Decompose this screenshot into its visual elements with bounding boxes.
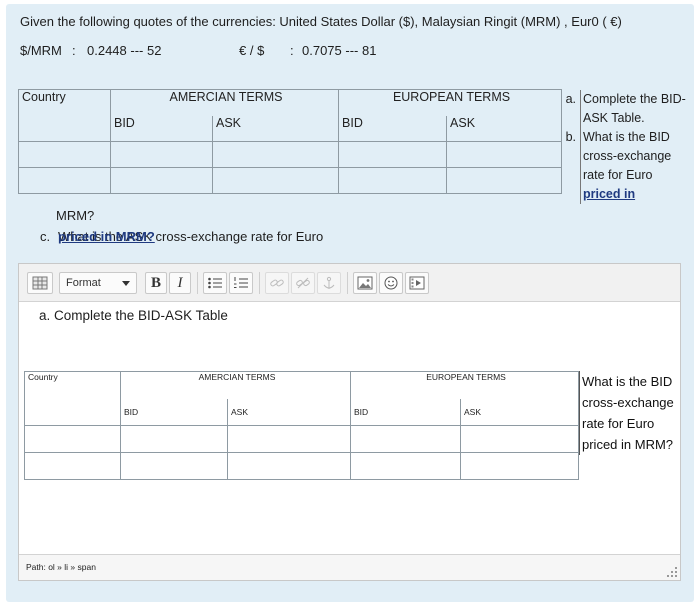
insert-emoticon-button[interactable] — [379, 272, 403, 294]
element-path: Path: ol » li » span — [26, 562, 96, 572]
question-item-c: c. What is the ASK cross-exchange rate f… — [40, 229, 460, 245]
question-continuation: MRM? — [56, 208, 95, 223]
link-icon — [270, 279, 284, 287]
answer-side-question: What is the BID cross-exchange rate for … — [579, 371, 679, 455]
insert-media-button[interactable] — [405, 272, 429, 294]
list-marker: c. — [40, 229, 51, 244]
european-bid-header: BID — [350, 398, 462, 426]
american-bid-header: BID — [120, 398, 228, 426]
toolbar-separator — [197, 272, 198, 294]
rich-text-editor[interactable]: Format B I a. Complete the BID-ASK Table… — [18, 263, 681, 581]
numbered-list-button[interactable] — [229, 272, 253, 294]
numbered-list-icon — [234, 277, 248, 288]
editor-statusbar: Path: ol » li » span — [19, 554, 680, 580]
list-item-text: What is the BID cross-exchange rate for … — [580, 128, 693, 204]
anchor-icon — [323, 276, 335, 289]
insert-image-button[interactable] — [353, 272, 377, 294]
emphasis-text: priced in — [583, 187, 636, 201]
image-icon — [357, 276, 373, 290]
format-select[interactable]: Format — [59, 272, 137, 294]
toolbar-table-button[interactable] — [27, 272, 53, 294]
american-ask-header: ASK — [226, 398, 352, 426]
media-icon — [409, 276, 425, 290]
american-bid-header: BID — [110, 115, 213, 142]
editor-content[interactable]: a. Complete the BID-ASK Table Country AM… — [19, 302, 680, 554]
answer-bid-ask-table: Country AMERCIAN TERMS EUROPEAN TERMS BI… — [24, 371, 580, 480]
country-header: Country — [24, 371, 121, 426]
list-item: a. Complete the BID-ASK Table. — [558, 90, 693, 128]
toolbar-separator — [347, 272, 348, 294]
format-select-label: Format — [66, 277, 101, 289]
editor-toolbar: Format B I — [19, 264, 680, 302]
country-header: Country — [18, 89, 111, 142]
table-row — [18, 167, 563, 194]
bold-button[interactable]: B — [145, 272, 167, 294]
toolbar-separator — [259, 272, 260, 294]
american-terms-header: AMERCIAN TERMS — [109, 89, 340, 116]
american-ask-header: ASK — [211, 115, 340, 142]
bid-ask-table: Country AMERCIAN TERMS EUROPEAN TERMS BI… — [18, 89, 563, 194]
table-icon — [32, 276, 48, 290]
bullet-list-icon — [208, 277, 222, 289]
table-row[interactable] — [24, 425, 580, 453]
answer-heading: a. Complete the BID-ASK Table — [39, 308, 228, 323]
european-ask-header: ASK — [446, 115, 563, 142]
european-terms-header: EUROPEAN TERMS — [338, 89, 563, 116]
link-button[interactable] — [265, 272, 289, 294]
emphasis-text: priced in MRM? — [58, 229, 155, 244]
table-row[interactable] — [24, 452, 580, 480]
list-item-text: Complete the BID-ASK Table. — [580, 90, 693, 128]
quote2-pair: € / $ — [239, 43, 265, 58]
quote1-value: 0.2448 --- 52 — [87, 43, 162, 58]
unlink-button[interactable] — [291, 272, 315, 294]
question-list: a. Complete the BID-ASK Table. b. What i… — [558, 90, 693, 204]
american-terms-header: AMERCIAN TERMS — [119, 371, 352, 399]
european-bid-header: BID — [338, 115, 448, 142]
list-item-text-part: What is the BID cross-exchange rate for … — [583, 130, 672, 182]
quote2-value: 0.7075 --- 81 — [302, 43, 377, 58]
list-marker: b. — [565, 130, 576, 144]
european-ask-header: ASK — [460, 398, 580, 426]
question-intro: Given the following quotes of the curren… — [20, 14, 622, 29]
chevron-down-icon — [122, 281, 130, 286]
italic-button[interactable]: I — [169, 272, 191, 294]
quote1-sep: : — [72, 43, 76, 58]
quote-row: $/MRM : 0.2448 --- 52 € / $ : 0.7075 ---… — [20, 43, 420, 59]
quote1-pair: $/MRM — [20, 43, 62, 58]
quote2-sep: : — [290, 43, 294, 58]
resize-handle-icon[interactable] — [666, 566, 678, 578]
table-row — [18, 141, 563, 168]
unlink-icon — [296, 277, 310, 289]
smiley-icon — [384, 276, 398, 290]
list-item: b. What is the BID cross-exchange rate f… — [558, 128, 693, 204]
european-terms-header: EUROPEAN TERMS — [350, 371, 580, 399]
list-marker: a. — [565, 92, 576, 106]
anchor-button[interactable] — [317, 272, 341, 294]
bullet-list-button[interactable] — [203, 272, 227, 294]
